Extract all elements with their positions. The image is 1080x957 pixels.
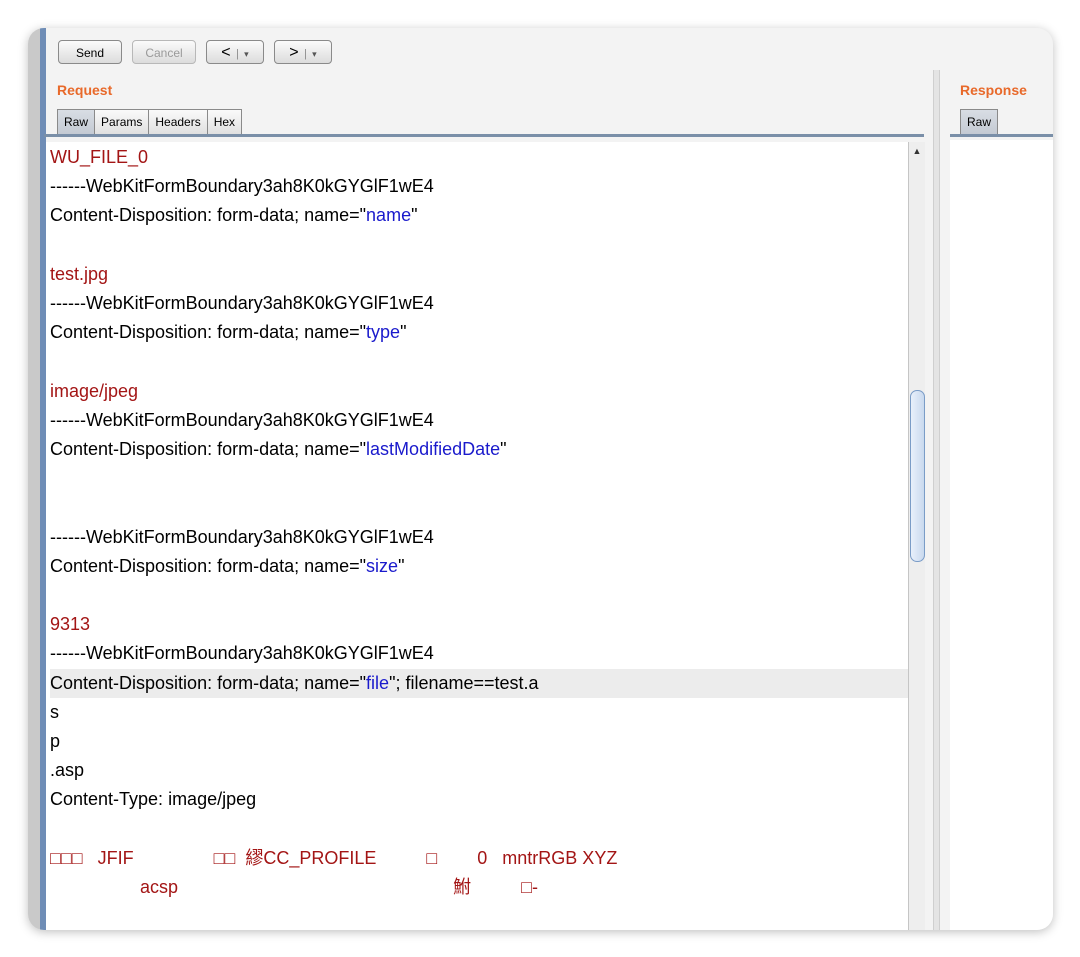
request-tab-rule (44, 134, 924, 137)
request-tab-raw[interactable]: Raw (57, 109, 96, 134)
response-tab-rule (950, 134, 1053, 137)
request-tab-hex[interactable]: Hex (206, 109, 243, 134)
line-segment: Content-Disposition: form-data; name=" (50, 205, 367, 226)
editor-line: s (50, 698, 910, 727)
cancel-label: Cancel (145, 46, 183, 60)
editor-line: WU_FILE_0 (50, 143, 910, 172)
line-segment: 9313 (50, 614, 91, 635)
repeater-window: Send Cancel < | ▾ > | ▾ Request Raw Param… (28, 28, 1053, 930)
editor-line: ------WebKitFormBoundary3ah8K0kGYGlF1wE4 (50, 172, 910, 201)
editor-line: Content-Disposition: form-data; name="ty… (50, 318, 910, 347)
editor-line: □□□ JFIF □□ 繆CC_PROFILE □ 0 mntrRGB XYZ (50, 844, 910, 873)
line-segment: Content-Disposition: form-data; name=" (50, 439, 367, 459)
line-segment: name (366, 205, 412, 226)
line-segment: ------WebKitFormBoundary3ah8K0kGYGlF1wE4 (50, 176, 434, 197)
response-tab-raw[interactable]: Raw (960, 109, 999, 134)
line-segment: Content-Disposition: form-data; name=" (50, 672, 367, 693)
forward-dropdown-icon[interactable]: ▾ (312, 49, 317, 59)
scroll-up-icon[interactable]: ▲ (909, 142, 925, 160)
line-segment: p (50, 731, 61, 751)
line-segment: test.jpg (50, 263, 109, 284)
line-segment: s (50, 701, 59, 722)
line-segment: ------WebKitFormBoundary3ah8K0kGYGlF1wE4 (50, 526, 434, 547)
response-tab-bar: Raw (960, 109, 999, 134)
line-segment: □□□ JFIF □□ 繆CC_PROFILE □ 0 mntrRGB XYZ (50, 847, 618, 868)
forward-arrow-icon: > (289, 44, 299, 61)
editor-line: Content-Disposition: form-data; name="na… (50, 201, 910, 230)
line-segment: "; filename==test.a (389, 672, 539, 693)
editor-line: p (50, 727, 910, 756)
editor-line: ------WebKitFormBoundary3ah8K0kGYGlF1wE4 (50, 289, 910, 318)
line-segment: " (398, 555, 405, 576)
line-segment: file (366, 672, 390, 693)
line-segment: lastModifiedDate (366, 439, 501, 459)
line-segment: Content-Type: image/jpeg (50, 789, 257, 810)
forward-separator: | (303, 48, 307, 60)
scrollbar-thumb[interactable] (910, 390, 925, 562)
panel-divider[interactable] (933, 70, 940, 930)
editor-line: Content-Disposition: form-data; name="la… (50, 435, 910, 464)
back-arrow-icon: < (221, 44, 231, 61)
line-segment: WU_FILE_0 (50, 147, 149, 167)
line-segment: " (400, 322, 407, 343)
back-dropdown-icon[interactable]: ▾ (244, 49, 249, 59)
request-tab-bar: Raw Params Headers Hex (57, 109, 243, 134)
request-section-label: Request (57, 82, 113, 98)
line-segment: " (500, 439, 507, 459)
line-segment: ------WebKitFormBoundary3ah8K0kGYGlF1wE4 (50, 409, 434, 430)
line-segment: image/jpeg (50, 380, 139, 401)
editor-line: Content-Type: image/jpeg (50, 785, 910, 814)
line-segment: .asp (50, 760, 85, 781)
send-button[interactable]: Send (58, 40, 122, 64)
line-segment: Content-Disposition: form-data; name=" (50, 555, 367, 576)
line-segment: ------WebKitFormBoundary3ah8K0kGYGlF1wE4 (50, 293, 434, 313)
line-segment: " (411, 205, 418, 226)
send-label: Send (75, 46, 105, 60)
editor-line: ------WebKitFormBoundary3ah8K0kGYGlF1wE4 (50, 639, 910, 668)
response-section-label: Response (960, 82, 1027, 98)
cancel-button[interactable]: Cancel (132, 40, 196, 64)
back-button[interactable]: < | ▾ (206, 40, 264, 64)
editor-line: Content-Disposition: form-data; name="si… (50, 552, 910, 581)
request-tab-headers[interactable]: Headers (148, 109, 208, 134)
line-segment: type (366, 322, 401, 343)
editor-line: .asp (50, 756, 910, 785)
editor-line: ------WebKitFormBoundary3ah8K0kGYGlF1wE4 (50, 523, 910, 552)
line-segment: size (366, 555, 399, 576)
editor-line: 9313 (50, 610, 910, 639)
editor-line: ------WebKitFormBoundary3ah8K0kGYGlF1wE4 (50, 406, 910, 435)
editor-line: test.jpg (50, 260, 910, 289)
back-separator: | (235, 48, 239, 60)
line-segment: Content-Disposition: form-data; name=" (50, 322, 367, 343)
request-tab-params[interactable]: Params (94, 109, 150, 134)
editor-line: acsp 鮒 □- (50, 873, 910, 902)
line-segment: ------WebKitFormBoundary3ah8K0kGYGlF1wE4 (50, 643, 434, 664)
response-raw-viewer[interactable] (950, 140, 1053, 930)
line-segment: acsp 鮒 □- (50, 877, 538, 897)
editor-line: Content-Disposition: form-data; name="fi… (50, 668, 910, 698)
request-scrollbar[interactable]: ▲ (908, 142, 925, 930)
forward-button[interactable]: > | ▾ (274, 40, 332, 64)
editor-line: image/jpeg (50, 377, 910, 406)
request-raw-editor[interactable]: WU_FILE_0 ------WebKitFormBoundary3ah8K0k… (44, 142, 910, 930)
